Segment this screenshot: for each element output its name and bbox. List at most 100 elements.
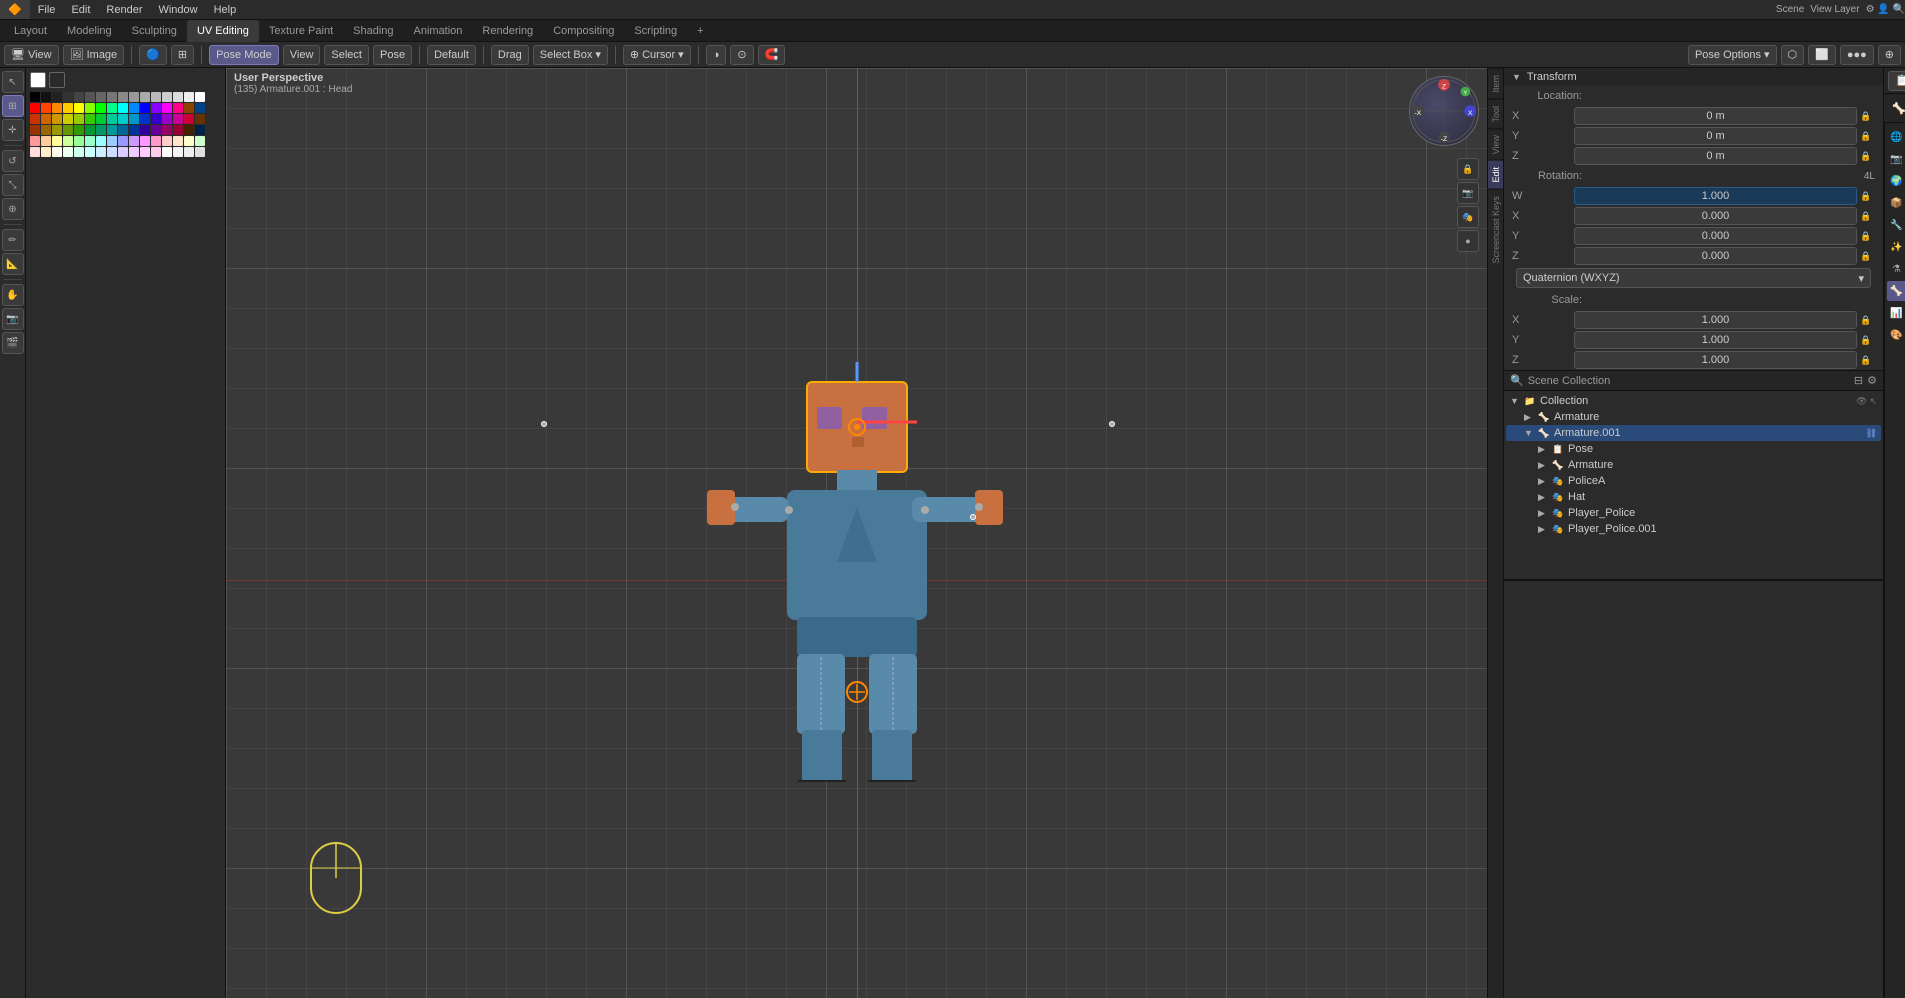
outliner-item-armature[interactable]: ▶ 🦴 Armature [1506,409,1881,425]
rot-x-field[interactable]: 0.000 [1574,207,1857,225]
menu-help[interactable]: Help [206,0,245,19]
vp-btn-object[interactable]: 🎭 [1457,206,1479,228]
color-swatch[interactable] [162,114,172,124]
color-swatch[interactable] [85,92,95,102]
btn-shading-dots[interactable]: ●●● [1840,45,1874,65]
prop-icon-material[interactable]: 🎨 [1887,325,1905,345]
menu-render[interactable]: Render [98,0,150,19]
color-swatch[interactable] [129,136,139,146]
btn-viewport-shading[interactable]: ◑ [706,45,727,65]
rot-y-field[interactable]: 0.000 [1574,227,1857,245]
btn-expand[interactable]: ⊞ [171,45,194,65]
btn-view-editor[interactable]: 🖥 View [4,45,59,65]
color-swatch[interactable] [118,136,128,146]
vtab-edit[interactable]: Edit [1488,160,1503,189]
tab-texture-paint[interactable]: Texture Paint [259,20,343,42]
vtab-tool[interactable]: Tool [1488,99,1503,129]
vtab-item[interactable]: Item [1488,68,1503,99]
rot-x-lock[interactable]: 🔒 [1859,209,1873,223]
color-swatch[interactable] [30,136,40,146]
outliner-item-player-police[interactable]: ▶ 🎭 Player_Police [1506,505,1881,521]
color-swatch[interactable] [184,125,194,135]
color-swatch[interactable] [184,147,194,157]
color-swatch[interactable] [107,92,117,102]
color-swatch[interactable] [118,114,128,124]
color-swatch[interactable] [30,147,40,157]
color-swatch[interactable] [195,92,205,102]
color-swatch[interactable] [107,114,117,124]
color-swatch[interactable] [184,136,194,146]
filter-icon[interactable]: ⊟ [1854,374,1863,387]
loc-z-lock[interactable]: 🔒 [1859,149,1873,163]
btn-gizmo[interactable]: ⊕ [1878,45,1901,65]
outliner-options-icon[interactable]: ⚙ [1867,374,1877,387]
menu-blender[interactable]: 🔶 [0,0,30,19]
btn-header-pose[interactable]: Pose [373,45,412,65]
color-swatch[interactable] [52,125,62,135]
color-swatch[interactable] [63,103,73,113]
color-swatch[interactable] [129,114,139,124]
color-swatch[interactable] [96,114,106,124]
color-swatch[interactable] [52,92,62,102]
prop-icon-data[interactable]: 📊 [1887,303,1905,323]
color-swatch[interactable] [85,114,95,124]
btn-proportional[interactable]: ⊙ [730,45,753,65]
color-swatch[interactable] [140,125,150,135]
scale-y-lock[interactable]: 🔒 [1859,333,1873,347]
outliner-item-armature001[interactable]: ▼ 🦴 Armature.001 ⛓ [1506,425,1881,441]
rotation-mode-dropdown[interactable]: Quaternion (WXYZ) ▾ [1516,268,1871,288]
loc-y-field[interactable]: 0 m [1574,127,1857,145]
prop-icon-world[interactable]: 🌍 [1887,171,1905,191]
color-swatch[interactable] [140,136,150,146]
btn-pose-mode[interactable]: Pose Mode [209,45,279,65]
nav-gizmo[interactable]: Z X -X -Z Y [1409,76,1479,146]
scale-z-field[interactable]: 1.000 [1574,351,1857,369]
scale-x-lock[interactable]: 🔒 [1859,313,1873,327]
color-swatch[interactable] [151,147,161,157]
color-swatch[interactable] [195,114,205,124]
loc-x-lock[interactable]: 🔒 [1859,109,1873,123]
tab-layout[interactable]: Layout [4,20,57,42]
color-swatch[interactable] [52,103,62,113]
btn-pose-options[interactable]: Pose Options ▾ [1688,45,1777,65]
btn-editor-type[interactable]: 🔵 [139,45,167,65]
tool-cursor[interactable]: ↖ [2,71,24,93]
btn-xray[interactable]: ⬜ [1808,45,1836,65]
color-swatch[interactable] [30,92,40,102]
btn-header-select[interactable]: Select [324,45,369,65]
vp-btn-camera[interactable]: 📷 [1457,182,1479,204]
outliner-item-armature-child[interactable]: ▶ 🦴 Armature [1506,457,1881,473]
color-swatch[interactable] [118,103,128,113]
color-swatch[interactable] [63,147,73,157]
color-swatch[interactable] [74,114,84,124]
swatch-black[interactable] [49,72,65,88]
color-swatch[interactable] [41,125,51,135]
color-swatch[interactable] [85,103,95,113]
rot-w-field[interactable]: 1.000 [1574,187,1857,205]
color-swatch[interactable] [195,125,205,135]
transform-header[interactable]: ▼ Transform [1504,68,1883,86]
tab-scripting[interactable]: Scripting [624,20,687,42]
color-swatch[interactable] [173,125,183,135]
color-swatch[interactable] [107,103,117,113]
rot-z-field[interactable]: 0.000 [1574,247,1857,265]
color-swatch[interactable] [129,103,139,113]
prop-icon-constraints[interactable]: 🦴 [1887,281,1905,301]
color-swatch[interactable] [107,136,117,146]
outliner-item-player-police-001[interactable]: ▶ 🎭 Player_Police.001 [1506,521,1881,537]
color-swatch[interactable] [184,92,194,102]
btn-cursor[interactable]: ⊕ Cursor ▾ [623,45,691,65]
prop-icon-particles[interactable]: ✨ [1887,237,1905,257]
scale-z-lock[interactable]: 🔒 [1859,353,1873,367]
color-swatch[interactable] [41,136,51,146]
color-swatch[interactable] [41,103,51,113]
outliner-item-hat[interactable]: ▶ 🎭 Hat [1506,489,1881,505]
vp-btn-render[interactable]: ● [1457,230,1479,252]
color-swatch[interactable] [129,125,139,135]
color-swatch[interactable] [195,147,205,157]
loc-z-field[interactable]: 0 m [1574,147,1857,165]
color-swatch[interactable] [195,136,205,146]
color-swatch[interactable] [63,114,73,124]
prop-icon-renderlayer[interactable]: 📷 [1887,149,1905,169]
tool-zoom-cam[interactable]: 📷 [2,308,24,330]
